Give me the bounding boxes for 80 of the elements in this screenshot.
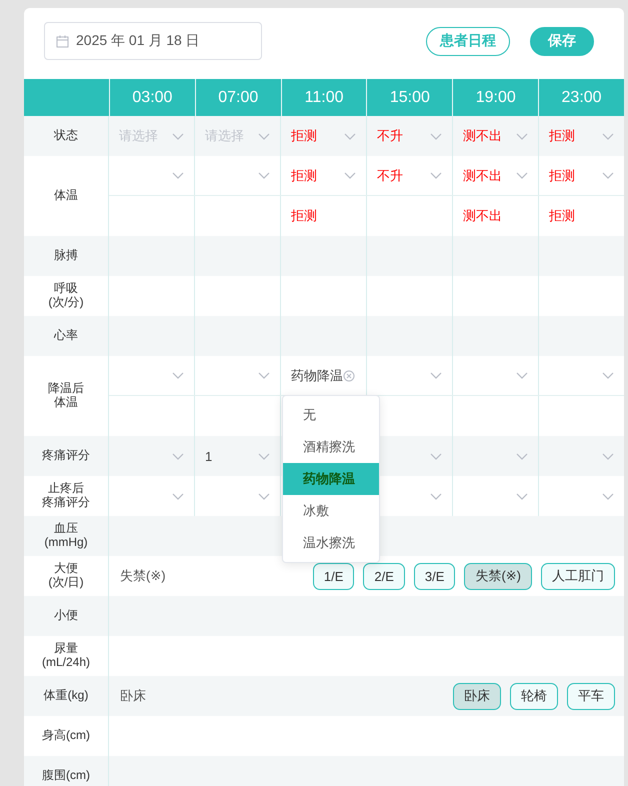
select-field[interactable]: 测不出 (453, 156, 538, 195)
select-field[interactable]: 不升 (367, 156, 452, 195)
dropdown-option[interactable]: 冰敷 (283, 495, 379, 527)
chevron-down-icon (430, 172, 442, 179)
chevron-down-icon (602, 372, 614, 379)
chevron-down-icon (258, 492, 270, 500)
row-label: 心率 (54, 329, 78, 343)
option-chip[interactable]: 失禁(※) (464, 562, 532, 590)
clear-icon[interactable] (343, 370, 355, 382)
option-chip[interactable]: 1/E (312, 562, 354, 590)
option-chip[interactable]: 3/E (414, 562, 456, 590)
chevron-down-icon (430, 452, 442, 460)
chevron-down-icon (258, 132, 270, 140)
chevron-down-icon (430, 372, 442, 379)
column-header: 23:00 (560, 88, 603, 108)
row-label: 腹围(cm) (42, 769, 90, 783)
option-chip[interactable]: 轮椅 (510, 682, 558, 710)
chevron-down-icon (258, 172, 270, 179)
row-label: (次/分) (48, 296, 84, 310)
cell-value: 测不出 (462, 207, 502, 225)
select-field[interactable]: 1 (195, 436, 280, 476)
row-label: 血压 (54, 522, 78, 536)
option-chip[interactable]: 平车 (567, 682, 615, 710)
select-field[interactable]: 拒测 (539, 156, 624, 195)
chevron-down-icon (430, 492, 442, 500)
chevron-down-icon (516, 172, 528, 179)
row-label: 呼吸 (54, 282, 78, 296)
chevron-down-icon (516, 492, 528, 500)
option-chip[interactable]: 人工肛门 (541, 562, 615, 590)
cell-value: 失禁(※) (120, 567, 166, 585)
select-field[interactable]: 不升 (367, 116, 452, 156)
chevron-down-icon (430, 132, 442, 140)
row-label: 疼痛评分 (42, 449, 90, 463)
row-label: (次/日) (48, 576, 84, 590)
chevron-down-icon (602, 452, 614, 460)
chevron-down-icon (172, 172, 184, 179)
chevron-down-icon (344, 172, 356, 179)
row-label: 降温后 (48, 382, 84, 396)
chevron-down-icon (258, 372, 270, 379)
dropdown-option[interactable]: 温水擦洗 (283, 527, 379, 559)
row-label: 状态 (54, 129, 78, 143)
row-label: 止疼后 (48, 482, 84, 496)
cell-value: 卧床 (120, 687, 146, 705)
chevron-down-icon (516, 372, 528, 379)
row-label: 体温 (54, 189, 78, 203)
chevron-down-icon (602, 132, 614, 140)
chevron-down-icon (172, 492, 184, 500)
select-field[interactable]: 测不出 (453, 116, 538, 156)
option-chip[interactable]: 2/E (363, 562, 405, 590)
date-field[interactable]: 2025 年 01 月 18 日 (44, 22, 262, 60)
select-field[interactable]: 拒测 (281, 156, 366, 195)
chevron-down-icon (172, 372, 184, 379)
dropdown-option[interactable]: 药物降温 (283, 463, 379, 495)
row-label: 大便 (54, 562, 78, 576)
select-field[interactable]: 拒测 (281, 116, 366, 156)
select-field[interactable]: 药物降温 (281, 356, 366, 395)
row-label: 体温 (54, 396, 78, 410)
cell-value: 拒测 (290, 207, 317, 225)
chevron-down-icon (258, 452, 270, 460)
chevron-down-icon (172, 452, 184, 460)
dropdown-option[interactable]: 酒精擦洗 (283, 431, 379, 463)
row-label: 身高(cm) (42, 729, 90, 743)
calendar-icon (56, 34, 69, 48)
row-label: (mL/24h) (42, 656, 90, 670)
dropdown-option[interactable]: 无 (283, 399, 379, 431)
row-label: 体重(kg) (44, 689, 88, 703)
row-label: (mmHg) (44, 536, 88, 550)
chevron-down-icon (344, 132, 356, 140)
cell-value: 拒测 (548, 207, 575, 225)
chevron-down-icon (602, 172, 614, 179)
chevron-down-icon (516, 132, 528, 140)
select-field[interactable]: 拒测 (539, 116, 624, 156)
row-label: 疼痛评分 (42, 496, 90, 510)
chevron-down-icon (602, 492, 614, 500)
row-label: 小便 (54, 609, 78, 623)
chevron-down-icon (172, 132, 184, 140)
row-label: 尿量 (54, 642, 78, 656)
chevron-down-icon (516, 452, 528, 460)
option-chip[interactable]: 卧床 (453, 682, 501, 710)
row-label: 脉搏 (54, 249, 78, 263)
